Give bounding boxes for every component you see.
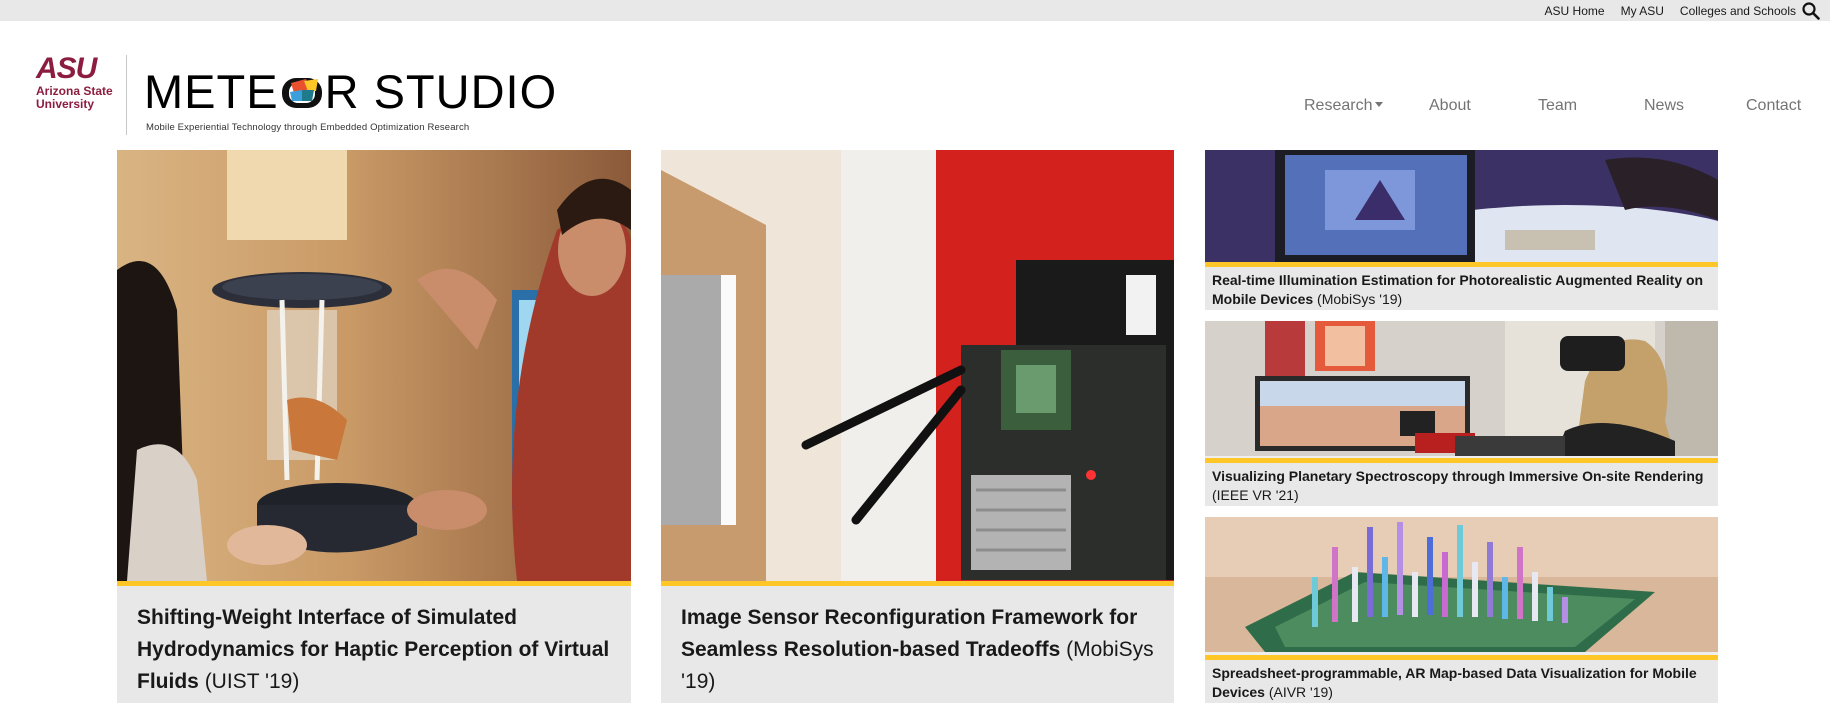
asu-logo[interactable]: ASU Arizona State University bbox=[36, 52, 116, 119]
research-card-caption: Real-time Illumination Estimation for Ph… bbox=[1205, 262, 1718, 310]
nav-item-contact[interactable]: Contact bbox=[1746, 97, 1801, 115]
nav-item-news[interactable]: News bbox=[1644, 97, 1684, 115]
site-title: METE R STUDIO bbox=[144, 67, 557, 117]
meteor-o-icon bbox=[280, 70, 324, 108]
research-card-caption: Image Sensor Reconfiguration Framework f… bbox=[661, 581, 1174, 703]
research-card-venue: (AIVR '19) bbox=[1268, 684, 1333, 700]
research-card-planetary[interactable]: Visualizing Planetary Spectroscopy throu… bbox=[1205, 321, 1718, 506]
research-card-illumination[interactable]: Real-time Illumination Estimation for Ph… bbox=[1205, 150, 1718, 310]
site-header: ASU Arizona State University METE R STUD… bbox=[0, 21, 1830, 135]
research-image-image-sensor bbox=[661, 150, 1174, 581]
colleges-and-schools-link[interactable]: Colleges and Schools bbox=[1680, 4, 1796, 18]
logo-divider bbox=[126, 55, 127, 135]
asu-logo-name-line2: University bbox=[36, 97, 95, 111]
research-image-ar-map bbox=[1205, 517, 1718, 652]
my-asu-link[interactable]: My ASU bbox=[1621, 4, 1664, 18]
site-title-part1: METE bbox=[144, 65, 279, 118]
research-card-title: Real-time Illumination Estimation for Ph… bbox=[1212, 272, 1704, 307]
nav-item-team[interactable]: Team bbox=[1538, 97, 1577, 115]
research-card-caption: Spreadsheet-programmable, AR Map-based D… bbox=[1205, 655, 1718, 703]
asu-home-link[interactable]: ASU Home bbox=[1545, 4, 1605, 18]
research-card-venue: (IEEE VR '21) bbox=[1212, 487, 1299, 503]
site-subtitle: Mobile Experiential Technology through E… bbox=[146, 122, 470, 133]
search-icon[interactable] bbox=[1802, 2, 1820, 20]
research-card-caption: Visualizing Planetary Spectroscopy throu… bbox=[1205, 458, 1718, 506]
utility-bar: ASU Home My ASU Colleges and Schools bbox=[0, 0, 1830, 21]
research-image-planetary bbox=[1205, 321, 1718, 456]
research-card-title: Visualizing Planetary Spectroscopy throu… bbox=[1212, 468, 1704, 484]
research-image-illumination bbox=[1205, 150, 1718, 262]
caret-down-icon bbox=[1375, 102, 1384, 107]
research-card-venue: (MobiSys '19) bbox=[1317, 291, 1403, 307]
nav-item-research[interactable]: Research bbox=[1304, 97, 1384, 115]
research-card-venue: (UIST '19) bbox=[204, 670, 300, 693]
research-card-image-sensor[interactable]: Image Sensor Reconfiguration Framework f… bbox=[661, 150, 1174, 703]
site-logo[interactable]: METE R STUDIO bbox=[144, 67, 557, 117]
asu-logo-mark: ASU bbox=[36, 52, 97, 85]
utility-links: ASU Home My ASU Colleges and Schools bbox=[1529, 0, 1796, 21]
research-card-ar-map[interactable]: Spreadsheet-programmable, AR Map-based D… bbox=[1205, 517, 1718, 703]
site-title-part2: R STUDIO bbox=[324, 65, 558, 118]
nav-item-research-label: Research bbox=[1304, 97, 1373, 114]
research-card-caption: Shifting-Weight Interface of Simulated H… bbox=[117, 581, 631, 703]
nav-item-about[interactable]: About bbox=[1429, 97, 1471, 115]
research-card-haptic-fluids[interactable]: Shifting-Weight Interface of Simulated H… bbox=[117, 150, 631, 703]
research-image-haptic-fluids bbox=[117, 150, 631, 581]
